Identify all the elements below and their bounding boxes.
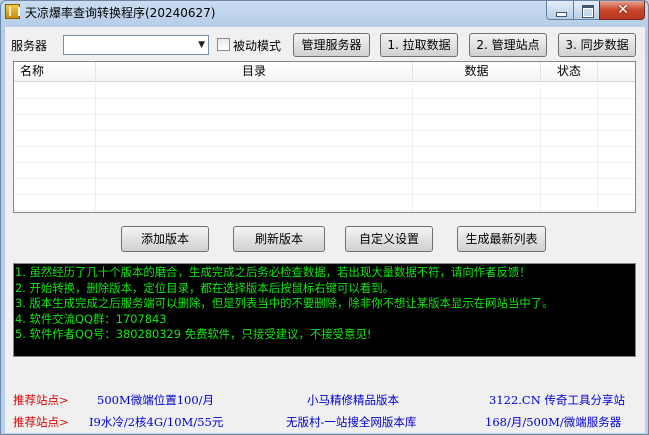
passive-mode-label[interactable]: 被动模式 [233, 37, 281, 54]
recommended-sites-label: 推荐站点> [13, 393, 69, 407]
recommended-link[interactable]: 3122.CN 传奇工具分享站 [489, 392, 625, 408]
title-bar[interactable]: 天凉爆率查询转换程序(20240627) ✕ [1, 1, 648, 23]
custom-settings-button[interactable]: 自定义设置 [345, 226, 433, 252]
close-button[interactable]: ✕ [599, 1, 645, 20]
column-divider [95, 83, 96, 212]
list-header: 名称 目录 数据 状态 [14, 62, 635, 82]
column-divider [412, 83, 413, 212]
log-line: 4. 软件交流QQ群：1707843 [15, 311, 167, 326]
recommended-link[interactable]: 500M微端位置100/月 [97, 392, 214, 408]
recommended-link[interactable]: 168/月/500M/微端服务器 [485, 414, 621, 430]
version-list[interactable]: 名称 目录 数据 状态 [13, 61, 636, 213]
refresh-version-button[interactable]: 刷新版本 [233, 226, 325, 252]
list-body[interactable] [14, 83, 635, 212]
client-area: 服务器 ▼ 被动模式 管理服务器 1. 拉取数据 2. 管理站点 3. 同步数据… [5, 27, 645, 433]
manage-server-button[interactable]: 管理服务器 [293, 33, 370, 57]
sync-data-button[interactable]: 3. 同步数据 [558, 33, 636, 57]
server-select[interactable]: ▼ [63, 35, 209, 55]
main-window: 天凉爆率查询转换程序(20240627) ✕ 服务器 ▼ 被动模式 管理服务器 … [0, 0, 649, 435]
log-line: 5. 软件作者QQ号：380280329 免费软件，只接受建议，不接受意见! [15, 327, 372, 342]
log-line: 2. 开始转换，删除版本，定位目录，都在选择版本后按鼠标右键可以看到。 [15, 280, 394, 295]
add-version-button[interactable]: 添加版本 [121, 226, 209, 252]
chevron-down-icon[interactable]: ▼ [198, 40, 205, 50]
close-icon: ✕ [617, 2, 629, 18]
passive-mode-checkbox[interactable] [217, 38, 230, 51]
app-icon [5, 4, 20, 19]
column-header-directory[interactable]: 目录 [96, 62, 413, 82]
generate-list-button[interactable]: 生成最新列表 [457, 226, 546, 252]
minimize-button[interactable] [546, 1, 574, 20]
log-console[interactable]: 1. 虽然经历了几十个版本的磨合，生成完成之后务必检查数据，若出现大量数据不符，… [13, 263, 636, 357]
recommended-sites-label: 推荐站点> [13, 415, 69, 429]
fetch-data-button[interactable]: 1. 拉取数据 [380, 33, 458, 57]
column-header-name[interactable]: 名称 [14, 62, 96, 82]
column-header-status[interactable]: 状态 [541, 62, 598, 82]
log-line: 3. 版本生成完成之后服务端可以删除，但是列表当中的不要删除，除非你不想让某版本… [15, 296, 554, 311]
recommended-link[interactable]: I9水冷/2核4G/10M/55元 [89, 414, 223, 430]
column-divider [540, 83, 541, 212]
column-divider [597, 83, 598, 212]
window-title: 天凉爆率查询转换程序(20240627) [25, 6, 216, 20]
recommended-link[interactable]: 小马精修精品版本 [307, 392, 399, 408]
maximize-button[interactable] [573, 1, 600, 20]
log-line: 1. 虽然经历了几十个版本的磨合，生成完成之后务必检查数据，若出现大量数据不符，… [15, 265, 531, 279]
server-label: 服务器 [11, 39, 48, 53]
column-header-data[interactable]: 数据 [413, 62, 541, 82]
manage-site-button[interactable]: 2. 管理站点 [469, 33, 547, 57]
recommended-link[interactable]: 无版村-一站搜全网版本库 [286, 414, 416, 430]
